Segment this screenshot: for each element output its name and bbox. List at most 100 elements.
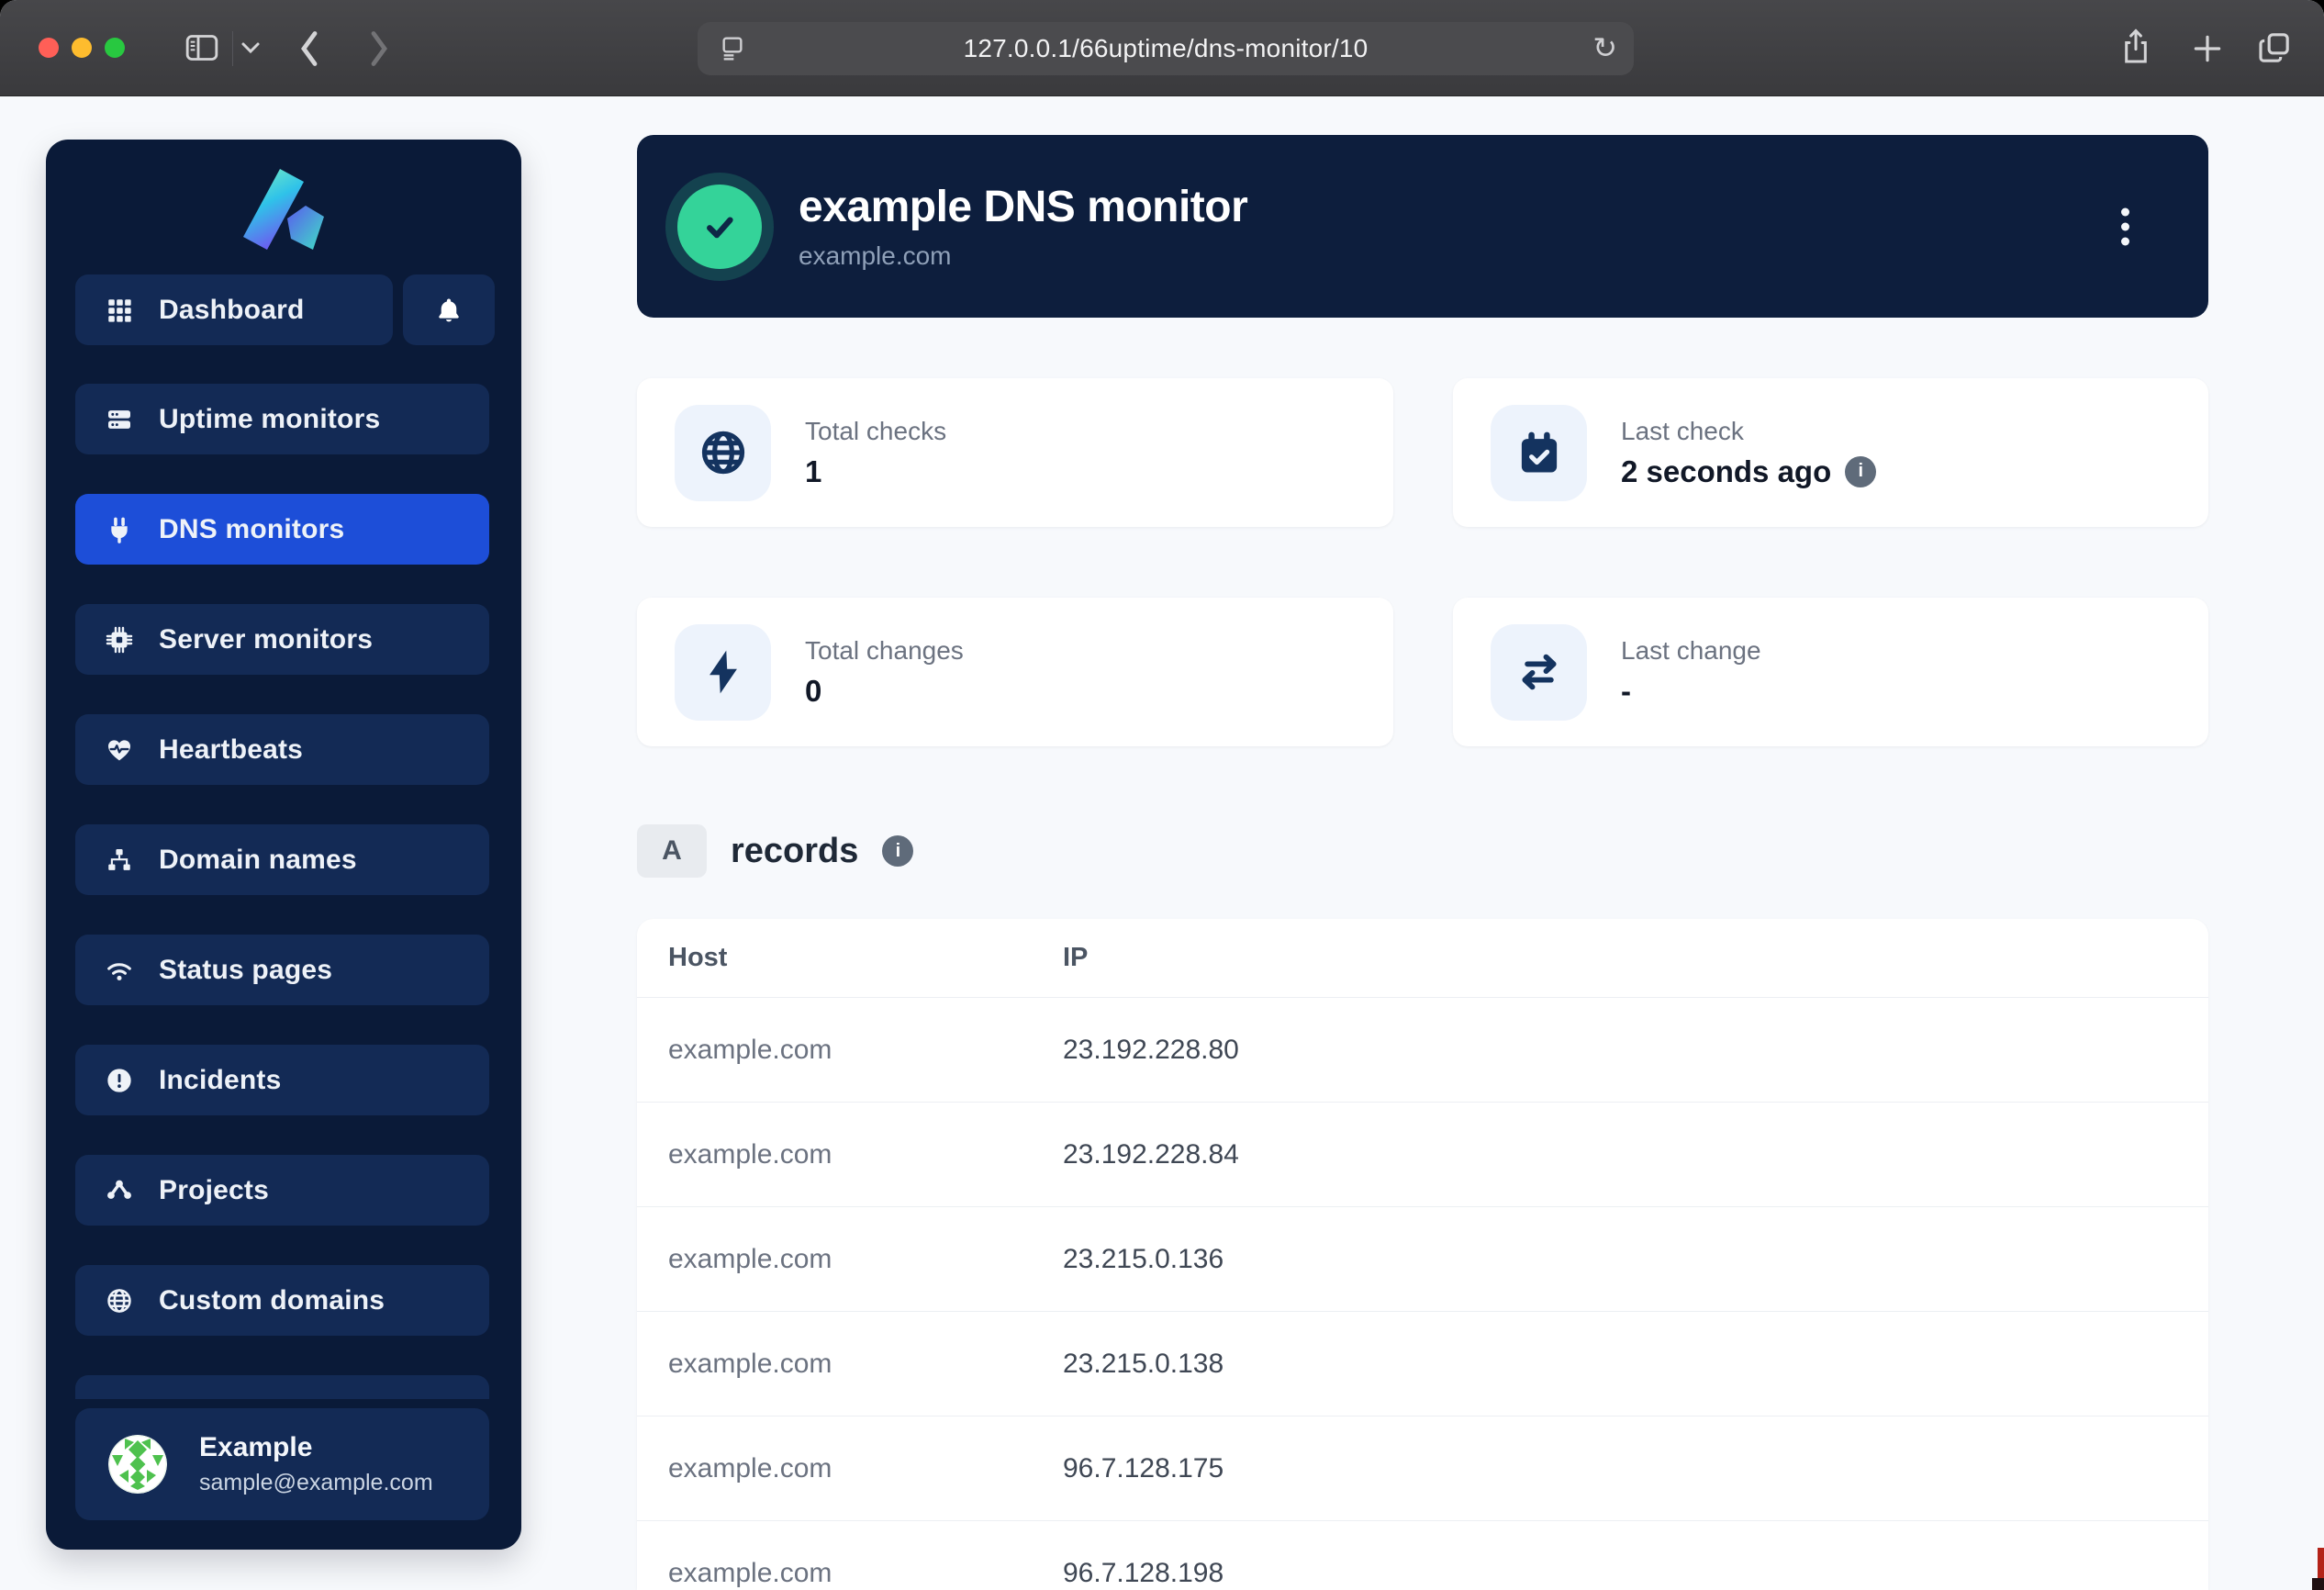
close-window-button[interactable] (39, 38, 59, 58)
stat-card-last-check: Last check 2 seconds ago i (1453, 378, 2208, 527)
address-bar[interactable]: 127.0.0.1/66uptime/dns-monitor/10 ↻ (698, 22, 1634, 75)
sidebar-item-status-pages[interactable]: Status pages (75, 935, 489, 1005)
ip-cell: 23.192.228.84 (1063, 1139, 2208, 1170)
grid-icon (105, 296, 134, 325)
sidebar-item-incidents[interactable]: Incidents (75, 1045, 489, 1115)
sidebar-item-partial[interactable] (75, 1375, 489, 1399)
bell-icon (434, 296, 464, 325)
stat-label: Last check (1621, 417, 1876, 446)
table-row: example.com 23.215.0.136 (637, 1207, 2208, 1312)
sidebar-item-label: Incidents (159, 1065, 282, 1096)
screen-corner-artifact (2312, 1578, 2324, 1590)
bolt-icon (675, 624, 771, 721)
swap-arrows-icon (1491, 624, 1587, 721)
records-section-header: A records i (637, 823, 913, 879)
stat-card-last-change: Last change - (1453, 598, 2208, 746)
sidebar-item-server-monitors[interactable]: Server monitors (75, 604, 489, 675)
toolbar-divider (232, 31, 233, 66)
stat-card-total-changes: Total changes 0 (637, 598, 1393, 746)
table-row: example.com 23.215.0.138 (637, 1312, 2208, 1416)
sidebar-item-uptime-monitors[interactable]: Uptime monitors (75, 384, 489, 454)
tab-overview-icon[interactable] (2256, 29, 2293, 66)
monitor-title: example DNS monitor (799, 182, 1247, 232)
sidebar-item-label: Status pages (159, 955, 332, 986)
sidebar-item-dns-monitors[interactable]: DNS monitors (75, 494, 489, 565)
ip-cell: 96.7.128.175 (1063, 1453, 2208, 1484)
sidebar-item-label: Domain names (159, 845, 357, 876)
records-title: records (731, 832, 858, 871)
calendar-check-icon (1491, 405, 1587, 501)
sidebar-item-domain-names[interactable]: Domain names (75, 824, 489, 895)
sidebar-item-label: Server monitors (159, 624, 373, 655)
sidebar-item-custom-domains[interactable]: Custom domains (75, 1265, 489, 1336)
stat-value: 1 (805, 454, 946, 489)
page-settings-icon[interactable] (718, 34, 747, 68)
browser-toolbar: 127.0.0.1/66uptime/dns-monitor/10 ↻ (0, 0, 2324, 96)
stat-value: - (1621, 674, 1761, 709)
stat-card-total-checks: Total checks 1 (637, 378, 1393, 527)
sidebar: Dashboard Uptime monitors (46, 140, 521, 1550)
sidebar-item-label: Uptime monitors (159, 404, 380, 435)
ip-cell: 96.7.128.198 (1063, 1558, 2208, 1589)
status-up-icon (677, 185, 762, 269)
monitor-hostname: example.com (799, 241, 1247, 271)
plug-icon (105, 515, 134, 544)
info-icon[interactable]: i (1845, 456, 1876, 487)
sidebar-item-heartbeats[interactable]: Heartbeats (75, 714, 489, 785)
sidebar-item-label: DNS monitors (159, 514, 344, 545)
table-row: example.com 96.7.128.175 (637, 1416, 2208, 1521)
sidebar-toggle-icon[interactable] (182, 29, 222, 66)
sidebar-item-projects[interactable]: Projects (75, 1155, 489, 1226)
reload-icon[interactable]: ↻ (1592, 30, 1617, 65)
monitor-header-card: example DNS monitor example.com (637, 135, 2208, 318)
stat-label: Total checks (805, 417, 946, 446)
monitor-options-button[interactable] (2114, 200, 2137, 252)
app-logo (240, 165, 328, 253)
account-name: Example (199, 1432, 433, 1463)
sidebar-item-label: Custom domains (159, 1285, 385, 1316)
screen: 127.0.0.1/66uptime/dns-monitor/10 ↻ (0, 0, 2324, 1590)
sidebar-item-label: Dashboard (159, 295, 305, 326)
sidebar-item-label: Projects (159, 1175, 269, 1206)
account-email: sample@example.com (199, 1470, 433, 1496)
column-header-host: Host (668, 943, 1063, 973)
table-row: example.com 96.7.128.198 (637, 1521, 2208, 1590)
table-row: example.com 23.192.228.84 (637, 1103, 2208, 1207)
account-menu[interactable]: Example sample@example.com (75, 1408, 489, 1520)
ip-cell: 23.215.0.136 (1063, 1244, 2208, 1275)
host-cell: example.com (668, 1244, 1063, 1275)
share-icon[interactable] (2118, 26, 2153, 70)
record-type-badge: A (637, 824, 707, 878)
minimize-window-button[interactable] (72, 38, 92, 58)
heart-pulse-icon (105, 735, 134, 765)
url-text: 127.0.0.1/66uptime/dns-monitor/10 (964, 34, 1369, 63)
server-stack-icon (105, 405, 134, 434)
microchip-icon (105, 625, 134, 655)
exclamation-circle-icon (105, 1066, 134, 1095)
stat-value: 0 (805, 674, 964, 709)
host-cell: example.com (668, 1035, 1063, 1066)
column-header-ip: IP (1063, 943, 2208, 973)
sidebar-item-dashboard[interactable]: Dashboard (75, 274, 393, 345)
records-table: Host IP example.com 23.192.228.80 exampl… (637, 919, 2208, 1590)
nodes-icon (105, 1176, 134, 1205)
wifi-icon (105, 956, 134, 985)
host-cell: example.com (668, 1139, 1063, 1170)
table-row: example.com 23.192.228.80 (637, 998, 2208, 1103)
chevron-down-icon[interactable] (240, 40, 261, 55)
globe-icon (675, 405, 771, 501)
zoom-window-button[interactable] (105, 38, 125, 58)
ip-cell: 23.215.0.138 (1063, 1349, 2208, 1380)
notifications-button[interactable] (403, 274, 495, 345)
globe-icon (105, 1286, 134, 1316)
forward-button[interactable] (365, 29, 393, 68)
avatar (108, 1435, 167, 1494)
host-cell: example.com (668, 1453, 1063, 1484)
browser-window: 127.0.0.1/66uptime/dns-monitor/10 ↻ (0, 0, 2324, 1590)
info-icon[interactable]: i (882, 835, 913, 867)
stat-label: Total changes (805, 636, 964, 666)
new-tab-icon[interactable] (2190, 31, 2225, 66)
host-cell: example.com (668, 1558, 1063, 1589)
stat-value: 2 seconds ago (1621, 454, 1831, 489)
back-button[interactable] (296, 29, 323, 68)
